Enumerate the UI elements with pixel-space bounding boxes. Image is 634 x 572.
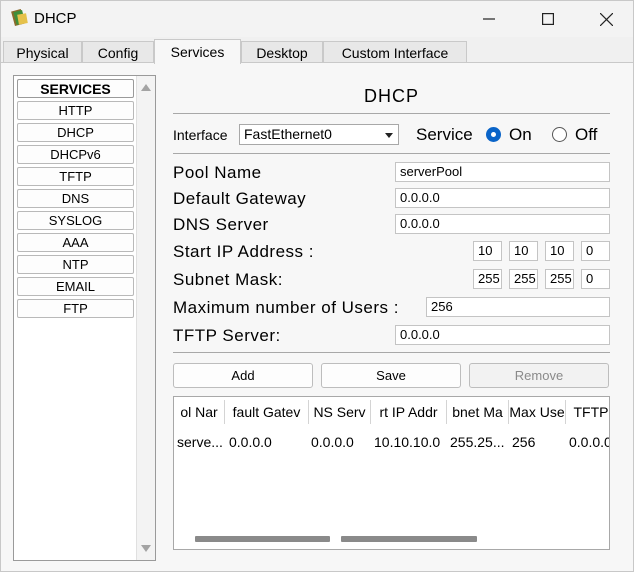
sidebar-item-dhcp[interactable]: DHCP xyxy=(17,123,134,142)
chevron-down-icon xyxy=(385,133,393,138)
scrollbar-thumb[interactable] xyxy=(341,536,477,542)
services-content: SERVICES HTTP DHCP DHCPv6 TFTP DNS SYSLO… xyxy=(1,62,633,571)
tab-services[interactable]: Services xyxy=(154,39,241,64)
title-bar: DHCP xyxy=(1,1,633,37)
dns-server-input[interactable]: 0.0.0.0 xyxy=(395,214,610,234)
dns-server-label: DNS Server xyxy=(173,215,269,234)
pool-table: ol Nar fault Gatev NS Serv rt IP Addr bn… xyxy=(173,396,610,550)
scrollbar-thumb[interactable] xyxy=(195,536,330,542)
start-ip-octet-1[interactable]: 10 xyxy=(473,241,502,261)
start-ip-octet-3[interactable]: 10 xyxy=(545,241,574,261)
service-label: Service xyxy=(416,125,473,144)
subnet-mask-octet-1[interactable]: 255 xyxy=(473,269,502,289)
interface-label: Interface xyxy=(173,127,228,143)
pool-name-input[interactable]: serverPool xyxy=(395,162,610,182)
start-ip-octet-2[interactable]: 10 xyxy=(509,241,538,261)
tab-physical[interactable]: Physical xyxy=(3,41,82,63)
pool-name-label: Pool Name xyxy=(173,163,262,182)
service-off-label[interactable]: Off xyxy=(575,125,597,145)
interface-select[interactable]: FastEthernet0 xyxy=(239,124,399,145)
window-title: DHCP xyxy=(34,10,77,27)
subnet-mask-octet-2[interactable]: 255 xyxy=(509,269,538,289)
sidebar-item-dhcpv6[interactable]: DHCPv6 xyxy=(17,145,134,164)
table-cell: 256 xyxy=(512,434,536,450)
tab-custom-interface[interactable]: Custom Interface xyxy=(323,41,467,63)
dhcp-window: DHCP Physical Config Services Desktop Cu… xyxy=(0,0,634,572)
column-header-subnet-mask[interactable]: bnet Ma xyxy=(447,400,509,424)
table-cell: 255.25... xyxy=(450,434,505,450)
table-cell: 10.10.10.0 xyxy=(374,434,441,450)
tftp-server-input[interactable]: 0.0.0.0 xyxy=(395,325,610,345)
sidebar-item-email[interactable]: EMAIL xyxy=(17,277,134,296)
default-gateway-label: Default Gateway xyxy=(173,189,307,208)
services-list: SERVICES HTTP DHCP DHCPv6 TFTP DNS SYSLO… xyxy=(14,76,136,560)
table-cell: 0.0.0.0 xyxy=(569,434,610,450)
services-header: SERVICES xyxy=(17,79,134,98)
column-header-max-users[interactable]: Max Use xyxy=(509,400,566,424)
sidebar-scrollbar[interactable] xyxy=(136,76,155,560)
column-header-start-ip[interactable]: rt IP Addr xyxy=(371,400,447,424)
panel-title: DHCP xyxy=(363,86,419,106)
services-sidebar: SERVICES HTTP DHCP DHCPv6 TFTP DNS SYSLO… xyxy=(13,75,156,561)
sidebar-item-syslog[interactable]: SYSLOG xyxy=(17,211,134,230)
save-button[interactable]: Save xyxy=(321,363,461,388)
minimize-button[interactable] xyxy=(466,1,512,37)
close-icon xyxy=(599,12,613,26)
add-button[interactable]: Add xyxy=(173,363,313,388)
close-button[interactable] xyxy=(583,1,629,37)
subnet-mask-octet-4[interactable]: 0 xyxy=(581,269,610,289)
max-users-input[interactable]: 256 xyxy=(426,297,610,317)
subnet-mask-octet-3[interactable]: 255 xyxy=(545,269,574,289)
sidebar-item-aaa[interactable]: AAA xyxy=(17,233,134,252)
maximize-icon xyxy=(542,13,554,25)
scroll-up-icon[interactable] xyxy=(141,84,151,91)
minimize-icon xyxy=(483,18,495,20)
service-on-label[interactable]: On xyxy=(509,125,532,145)
sidebar-item-ftp[interactable]: FTP xyxy=(17,299,134,318)
scroll-down-icon[interactable] xyxy=(141,545,151,552)
divider xyxy=(173,153,610,154)
divider xyxy=(173,113,610,114)
maximize-button[interactable] xyxy=(525,1,571,37)
sidebar-item-dns[interactable]: DNS xyxy=(17,189,134,208)
sidebar-item-http[interactable]: HTTP xyxy=(17,101,134,120)
tftp-server-label: TFTP Server: xyxy=(173,326,281,345)
start-ip-octet-4[interactable]: 0 xyxy=(581,241,610,261)
table-cell: 0.0.0.0 xyxy=(311,434,354,450)
sidebar-item-ntp[interactable]: NTP xyxy=(17,255,134,274)
start-ip-label: Start IP Address : xyxy=(173,242,314,261)
remove-button[interactable]: Remove xyxy=(469,363,609,388)
tab-desktop[interactable]: Desktop xyxy=(241,41,323,63)
app-icon xyxy=(11,9,28,27)
service-off-radio[interactable] xyxy=(552,127,567,142)
max-users-label: Maximum number of Users : xyxy=(173,298,399,317)
interface-value: FastEthernet0 xyxy=(244,126,332,142)
table-cell: serve... xyxy=(177,434,223,450)
column-header-pool-name[interactable]: ol Nar xyxy=(174,400,225,424)
default-gateway-input[interactable]: 0.0.0.0 xyxy=(395,188,610,208)
table-cell: 0.0.0.0 xyxy=(229,434,272,450)
divider xyxy=(173,352,610,353)
column-header-tftp-server[interactable]: TFTP xyxy=(566,400,609,424)
column-header-dns-server[interactable]: NS Serv xyxy=(309,400,371,424)
tab-bar: Physical Config Services Desktop Custom … xyxy=(1,39,633,64)
sidebar-item-tftp[interactable]: TFTP xyxy=(17,167,134,186)
table-horizontal-scrollbar[interactable] xyxy=(174,529,609,549)
subnet-mask-label: Subnet Mask: xyxy=(173,270,283,289)
column-header-default-gateway[interactable]: fault Gatev xyxy=(225,400,309,424)
tab-config[interactable]: Config xyxy=(82,41,154,63)
service-on-radio[interactable] xyxy=(486,127,501,142)
